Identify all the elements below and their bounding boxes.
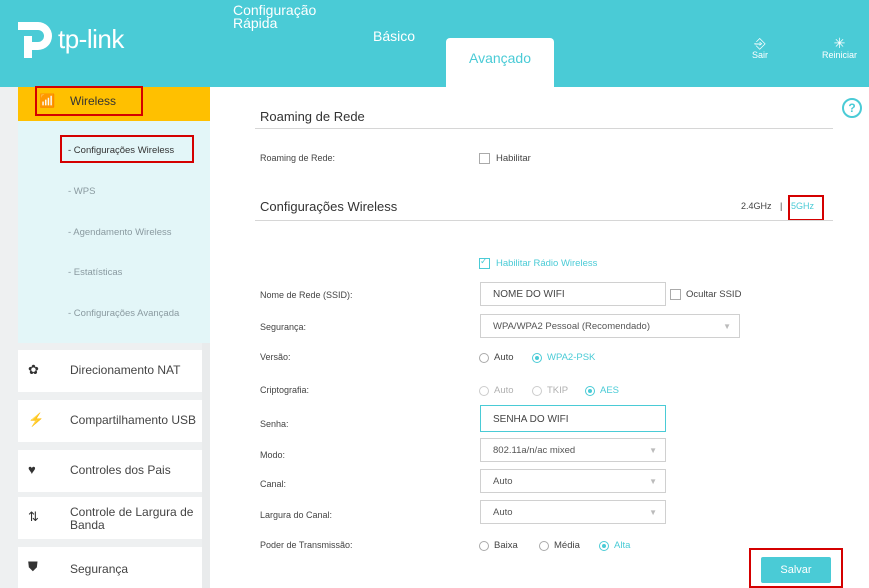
submenu-advanced-settings[interactable]: - Configurações Avançada	[68, 308, 179, 319]
top-bar: tp-link Configuração Rápida Básico Avanç…	[0, 0, 869, 87]
shield-icon: ⛊	[28, 559, 38, 574]
bandwidth-arrows-icon: ⇅	[28, 509, 39, 524]
roaming-enable-label: Habilitar	[496, 153, 531, 164]
chevron-down-icon: ▼	[649, 477, 657, 486]
version-label: Versão:	[260, 352, 291, 362]
channel-select[interactable]: Auto ▼	[480, 469, 666, 493]
security-select-value: WPA/WPA2 Pessoal (Recomendado)	[493, 321, 650, 332]
roaming-enable-checkbox[interactable]	[479, 153, 490, 164]
version-wpa2psk-label: WPA2-PSK	[547, 352, 596, 363]
mode-label: Modo:	[260, 450, 286, 460]
tx-power-label: Poder de Transmissão:	[260, 540, 353, 550]
version-wpa2psk-radio[interactable]	[532, 353, 542, 363]
band-24ghz-link[interactable]: 2.4GHz	[741, 201, 772, 211]
roaming-label: Roaming de Rede:	[260, 153, 336, 163]
chevron-down-icon: ▼	[649, 508, 657, 517]
mode-select-value: 802.11a/n/ac mixed	[493, 445, 576, 456]
hide-ssid-checkbox[interactable]	[670, 289, 681, 300]
encryption-tkip-label: TKIP	[547, 385, 569, 396]
chevron-down-icon: ▼	[649, 446, 657, 455]
sidebar-item-label: Direcionamento NAT	[70, 363, 181, 377]
logout-icon: ⎆	[754, 35, 766, 51]
section-title-wireless: Configurações Wireless	[260, 199, 398, 214]
tab-quick-setup[interactable]: Configuração Rápida	[233, 3, 323, 30]
divider	[255, 128, 833, 129]
channel-label: Canal:	[260, 479, 287, 489]
divider	[255, 220, 833, 221]
usb-icon: ⚡	[28, 412, 45, 427]
section-title-roaming: Roaming de Rede	[260, 109, 365, 124]
version-auto-label: Auto	[494, 352, 514, 363]
tab-basic[interactable]: Básico	[373, 28, 415, 44]
sidebar-item-bandwidth[interactable]: ⇅ Controle de Largura de Banda	[18, 497, 202, 539]
sidebar-item-security[interactable]: ⛊ Segurança	[18, 547, 202, 588]
logout-button[interactable]: ⎆ Sair	[752, 36, 768, 60]
reboot-button[interactable]: ✳ Reiniciar	[822, 36, 857, 60]
sidebar-item-label: Controle de Largura de Banda	[70, 505, 194, 532]
tp-link-logo-icon	[18, 22, 52, 58]
sidebar-item-nat[interactable]: ✿ Direcionamento NAT	[18, 350, 202, 392]
channel-width-select-value: Auto	[493, 507, 513, 518]
channel-width-label: Largura do Canal:	[260, 510, 333, 520]
power-low-radio[interactable]	[479, 541, 489, 551]
password-input[interactable]: SENHA DO WIFI	[480, 405, 666, 432]
enable-radio-label: Habilitar Rádio Wireless	[496, 258, 598, 269]
encryption-aes-radio[interactable]	[585, 386, 595, 396]
power-medium-radio[interactable]	[539, 541, 549, 551]
security-label: Segurança:	[260, 322, 307, 332]
save-button[interactable]: Salvar	[761, 557, 831, 583]
hide-ssid-label: Ocultar SSID	[686, 289, 742, 300]
channel-select-value: Auto	[493, 476, 513, 487]
mode-select[interactable]: 802.11a/n/ac mixed ▼	[480, 438, 666, 462]
parental-heart-icon: ♥	[28, 462, 36, 477]
ssid-label: Nome de Rede (SSID):	[260, 290, 353, 300]
annotation-highlight-box	[35, 86, 143, 116]
channel-width-select[interactable]: Auto ▼	[480, 500, 666, 524]
encryption-tkip-radio[interactable]	[532, 386, 542, 396]
chevron-down-icon: ▼	[723, 322, 731, 331]
power-medium-label: Média	[554, 540, 580, 551]
reboot-icon: ✳	[833, 35, 846, 51]
power-high-label: Alta	[614, 540, 631, 551]
submenu-wps[interactable]: - WPS	[68, 186, 95, 197]
password-label: Senha:	[260, 419, 289, 429]
sidebar-item-label: Compartilhamento USB	[70, 413, 197, 427]
brand-name: tp-link	[58, 23, 124, 54]
power-low-label: Baixa	[494, 540, 518, 551]
submenu-statistics[interactable]: - Estatísticas	[68, 267, 122, 278]
brand-logo[interactable]: tp-link	[12, 18, 124, 60]
sidebar-item-label: Segurança	[70, 562, 129, 576]
logout-label: Sair	[752, 50, 769, 60]
sidebar-item-parental[interactable]: ♥ Controles dos Pais	[18, 450, 202, 492]
help-button[interactable]: ?	[842, 98, 862, 118]
encryption-auto-label: Auto	[494, 385, 514, 396]
sidebar-item-wireless[interactable]: 📶 Wireless	[18, 86, 210, 121]
security-select[interactable]: WPA/WPA2 Pessoal (Recomendado) ▼	[480, 314, 740, 338]
band-separator: |	[780, 201, 783, 211]
encryption-label: Criptografia:	[260, 385, 310, 395]
submenu-wireless-schedule[interactable]: - Agendamento Wireless	[68, 227, 172, 238]
sidebar-item-usb[interactable]: ⚡ Compartilhamento USB	[18, 400, 202, 442]
enable-radio-checkbox[interactable]	[479, 256, 490, 269]
nat-icon: ✿	[28, 362, 39, 377]
encryption-aes-label: AES	[600, 385, 620, 396]
power-high-radio[interactable]	[599, 541, 609, 551]
annotation-highlight-box	[788, 195, 824, 221]
wireless-submenu-panel	[18, 87, 210, 343]
version-auto-radio[interactable]	[479, 353, 489, 363]
sidebar-item-label: Controles dos Pais	[70, 463, 171, 477]
tab-advanced[interactable]: Avançado	[446, 38, 554, 87]
ssid-input[interactable]: NOME DO WIFI	[480, 282, 666, 306]
reboot-label: Reiniciar	[822, 50, 858, 60]
encryption-auto-radio[interactable]	[479, 386, 489, 396]
annotation-highlight-box	[60, 135, 194, 163]
